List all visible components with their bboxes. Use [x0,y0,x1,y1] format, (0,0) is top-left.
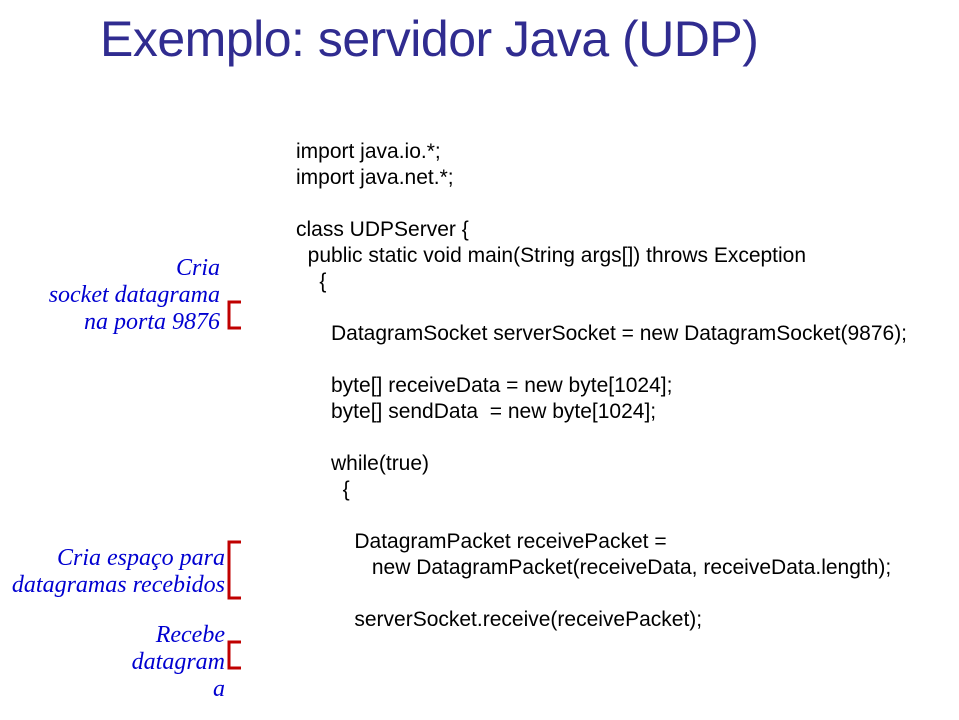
annotation-line: socket datagrama [0,282,220,309]
annotation-line: datagram [10,649,225,676]
code-line: import java.io.*; [296,140,441,164]
annotation-socket: Cria socket datagrama na porta 9876 [0,255,220,336]
slide-title: Exemplo: servidor Java (UDP) [100,10,758,68]
code-line: class UDPServer { [296,218,469,242]
code-line: DatagramPacket receivePacket = [296,530,667,554]
code-line: public static void main(String args[]) t… [296,244,806,268]
bracket-icon [225,540,243,600]
code-line: DatagramSocket serverSocket = new Datagr… [296,322,907,346]
code-line: { [296,270,326,294]
annotation-line: Cria espaço para [0,545,225,572]
annotation-create-space: Cria espaço para datagramas recebidos [0,545,225,599]
code-line: import java.net.*; [296,166,454,190]
code-line: serverSocket.receive(receivePacket); [296,608,702,632]
annotation-line: Cria [0,255,220,282]
code-line: while(true) [296,452,429,476]
annotation-line: a [10,676,225,703]
bracket-icon [225,300,243,330]
code-line: byte[] sendData = new byte[1024]; [296,400,656,424]
annotation-receive: Recebe datagram a [10,622,225,703]
annotation-line: na porta 9876 [0,309,220,336]
bracket-icon [225,640,243,670]
slide: Exemplo: servidor Java (UDP) Cria socket… [0,0,959,720]
code-line: new DatagramPacket(receiveData, receiveD… [296,556,891,580]
annotation-line: Recebe [10,622,225,649]
code-line: byte[] receiveData = new byte[1024]; [296,374,672,398]
code-line: { [296,478,350,502]
annotation-line: datagramas recebidos [0,572,225,599]
